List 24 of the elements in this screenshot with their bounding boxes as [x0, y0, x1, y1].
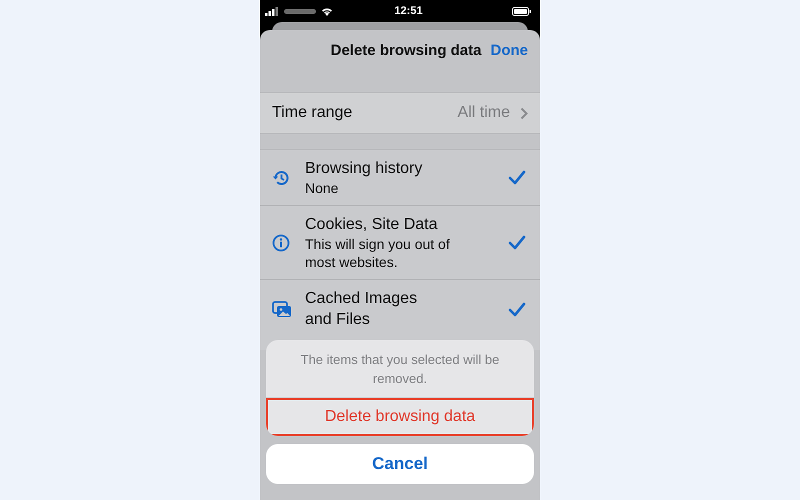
time-range-label: Time range: [272, 104, 354, 122]
history-icon: [272, 168, 290, 186]
item-title: Cookies, Site Data: [305, 215, 439, 235]
status-time: 12:51: [394, 5, 423, 17]
checkmark-icon[interactable]: [508, 302, 526, 316]
images-icon: [272, 300, 292, 318]
checkmark-icon[interactable]: [508, 170, 526, 185]
item-title: Cached Images and Files: [305, 289, 418, 330]
done-button[interactable]: Done: [490, 42, 528, 58]
time-range-value: All time: [458, 104, 510, 122]
item-title: Browsing history: [305, 159, 424, 179]
battery-icon: [512, 6, 532, 16]
wifi-icon: [321, 6, 333, 16]
sheet-title: Delete browsing data: [330, 42, 482, 58]
info-icon: [272, 234, 290, 252]
signal-icon: [265, 6, 279, 16]
blurred-carrier: [284, 8, 316, 14]
cancel-button[interactable]: Cancel: [266, 444, 534, 484]
delete-button[interactable]: Delete browsing data: [266, 398, 534, 436]
checkmark-icon[interactable]: [508, 235, 526, 250]
time-range-row[interactable]: Time range All time: [260, 92, 540, 134]
item-detail: None: [305, 179, 340, 197]
item-detail: This will sign you out of most websites.: [305, 235, 451, 271]
chevron-icon: [520, 106, 528, 120]
